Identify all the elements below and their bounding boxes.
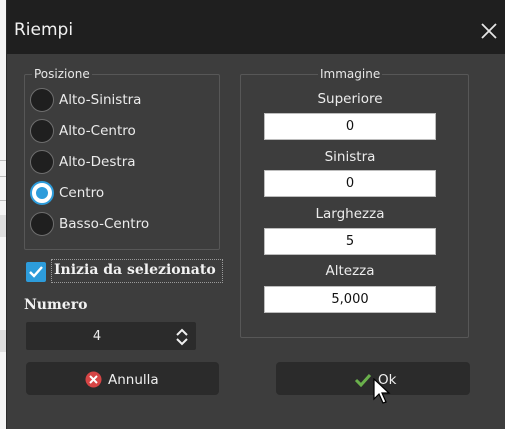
inizia-label[interactable]: Inizia da selezionato — [54, 262, 216, 278]
close-icon — [481, 23, 497, 39]
radio-button-selected[interactable] — [30, 181, 54, 205]
radio-label: Alto-Centro — [59, 123, 136, 139]
sinistra-input[interactable]: 0 — [264, 170, 436, 197]
radio-button[interactable] — [30, 88, 54, 112]
close-button[interactable] — [472, 14, 505, 46]
radio-label: Alto-Destra — [59, 154, 136, 170]
larghezza-input[interactable]: 5 — [264, 228, 436, 255]
altezza-input[interactable]: 5,000 — [264, 286, 436, 313]
larghezza-label: Larghezza — [315, 206, 385, 222]
altezza-label: Altezza — [325, 263, 375, 279]
sinistra-label: Sinistra — [324, 149, 376, 165]
checkmark-icon — [29, 266, 43, 278]
radio-label: Basso-Centro — [59, 216, 150, 232]
mouse-pointer-icon — [373, 378, 391, 404]
dialog-title: Riempi — [14, 20, 74, 40]
title-bar[interactable]: Riempi — [7, 0, 505, 54]
cancel-button-label: Annulla — [108, 372, 159, 388]
superiore-input[interactable]: 0 — [264, 113, 436, 140]
cancel-x-icon — [85, 371, 102, 388]
radio-button[interactable] — [30, 150, 54, 174]
radio-button[interactable] — [30, 212, 54, 236]
numero-value[interactable]: 4 — [27, 329, 167, 344]
numero-label: Numero — [24, 297, 88, 313]
numero-spinbox[interactable]: 4 — [26, 322, 196, 350]
checkmark-icon — [354, 373, 372, 387]
cancel-button[interactable]: Annulla — [26, 362, 219, 395]
radio-button[interactable] — [30, 119, 54, 143]
superiore-label: Superiore — [317, 91, 383, 107]
inizia-checkbox[interactable] — [26, 262, 46, 282]
spin-arrows-icon[interactable] — [175, 327, 189, 347]
immagine-group-title: Immagine — [318, 67, 383, 81]
posizione-group-title: Posizione — [32, 67, 92, 81]
radio-label: Alto-Sinistra — [59, 92, 142, 108]
radio-label: Centro — [59, 185, 105, 201]
